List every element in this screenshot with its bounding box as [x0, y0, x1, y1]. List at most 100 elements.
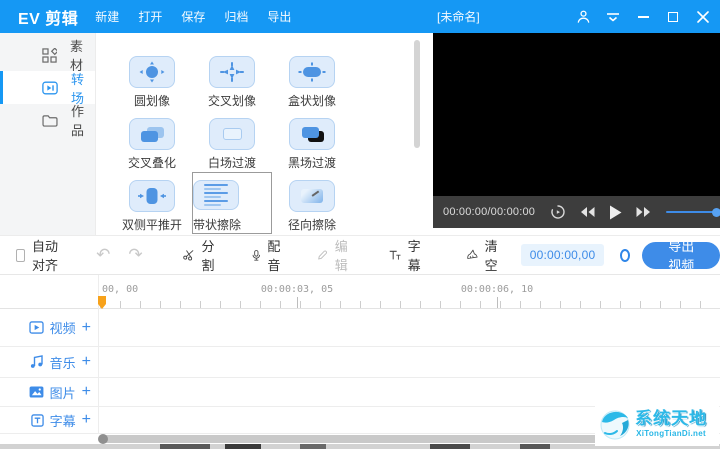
- subtitle-button[interactable]: 字幕: [389, 236, 426, 274]
- transition-radial-wipe[interactable]: 径向擦除: [272, 172, 352, 234]
- folder-icon: [42, 114, 58, 127]
- sidebar: 素材 转场 作品: [0, 33, 96, 235]
- track-row-video: 视频 +: [0, 309, 720, 347]
- transition-label: 黑场过渡: [287, 156, 336, 170]
- auto-align-label: 自动对齐: [32, 239, 59, 273]
- export-video-button[interactable]: 导出视频: [642, 239, 720, 273]
- box-wipe-icon: [298, 62, 326, 82]
- watermark-site: XiTongTianDi.net: [636, 429, 706, 438]
- main-menu: 新建 打开 保存 归档 导出: [95, 8, 291, 25]
- panel-scrollbar[interactable]: [414, 40, 420, 148]
- circle-wipe-icon: [139, 61, 165, 83]
- plus-icon[interactable]: +: [82, 384, 91, 400]
- watermark: 系统天地 XiTongTianDi.net: [595, 402, 719, 446]
- transition-label: 径向擦除: [287, 218, 336, 232]
- menu-open[interactable]: 打开: [138, 8, 162, 25]
- transition-label: 交叉划像: [207, 94, 256, 108]
- transition-icon: [42, 81, 58, 94]
- transitions-panel: 圆划像 交叉划像 盒状划像 交叉叠化 白场过渡 黑场过渡 双侧平推开 带状擦除 …: [96, 33, 433, 235]
- add-subtitle-button[interactable]: 字幕 +: [0, 407, 99, 433]
- ruler-label: 00:00:06, 10: [460, 284, 534, 295]
- band-wipe-icon: [204, 184, 228, 206]
- split-label: 分割: [201, 239, 215, 273]
- plus-icon[interactable]: +: [82, 412, 91, 428]
- dub-button[interactable]: 配音: [252, 236, 285, 274]
- ruler-label: 00:00:03, 05: [260, 284, 334, 295]
- transition-cross-wipe[interactable]: 交叉划像: [192, 48, 272, 110]
- grid-icon: [42, 47, 57, 63]
- globe-logo-icon: [600, 410, 630, 440]
- subtitle-track-icon: [30, 413, 44, 427]
- pen-icon: [317, 250, 327, 260]
- timeline-ruler[interactable]: 00, 00 00:00:03, 05 00:00:06, 10: [0, 275, 720, 309]
- transition-circle-wipe[interactable]: 圆划像: [112, 48, 192, 110]
- track-row-music: 音乐 +: [0, 347, 720, 378]
- track-label: 音乐: [49, 355, 76, 371]
- loop-icon[interactable]: [550, 204, 566, 220]
- transition-label: 双侧平推开: [121, 218, 182, 232]
- edit-label: 编辑: [334, 239, 348, 273]
- document-title: [未命名]: [437, 10, 480, 24]
- transition-label: 圆划像: [133, 94, 170, 108]
- timeline-hscrollbar-knob[interactable]: [98, 434, 108, 444]
- ev-editor-window: EV 剪辑 新建 打开 保存 归档 导出 [未命名] 素材 转场 作品 圆划像 …: [0, 0, 720, 449]
- menu-export[interactable]: 导出: [267, 8, 291, 25]
- rewind-icon[interactable]: [579, 206, 596, 218]
- menu-new[interactable]: 新建: [95, 8, 119, 25]
- transition-label: 白场过渡: [207, 156, 256, 170]
- music-track-icon: [30, 355, 43, 368]
- maximize-button[interactable]: [665, 9, 681, 25]
- transition-band-wipe[interactable]: 带状擦除: [192, 172, 272, 234]
- music-lane[interactable]: [99, 347, 720, 377]
- transition-push-open[interactable]: 双侧平推开: [112, 172, 192, 234]
- top-bar: EV 剪辑 新建 打开 保存 归档 导出 [未命名]: [0, 0, 720, 33]
- plus-icon[interactable]: +: [82, 354, 91, 370]
- scissors-icon: [182, 250, 194, 261]
- radial-wipe-icon: [301, 189, 323, 203]
- menu-save[interactable]: 保存: [181, 8, 205, 25]
- minimize-button[interactable]: [635, 9, 651, 25]
- transition-cross-dissolve[interactable]: 交叉叠化: [112, 110, 192, 172]
- timecode-field[interactable]: 00:00:00,00: [520, 244, 605, 266]
- subtitle-label: 字幕: [407, 239, 421, 273]
- fast-forward-icon[interactable]: [635, 206, 652, 218]
- status-ring-icon: [620, 248, 631, 262]
- transition-black-fade[interactable]: 黑场过渡: [272, 110, 352, 172]
- volume-knob[interactable]: [712, 207, 720, 217]
- play-icon[interactable]: [609, 205, 622, 220]
- undo-icon[interactable]: ↶: [96, 245, 110, 265]
- plus-icon[interactable]: +: [82, 319, 91, 336]
- track-label: 视频: [49, 321, 76, 336]
- clear-label: 清空: [484, 239, 498, 273]
- edit-button[interactable]: 编辑: [317, 236, 353, 274]
- redo-icon[interactable]: ↷: [128, 245, 142, 265]
- transition-box-wipe[interactable]: 盒状划像: [272, 48, 352, 110]
- add-video-button[interactable]: 视频 +: [0, 309, 99, 346]
- transition-white-fade[interactable]: 白场过渡: [192, 110, 272, 172]
- volume-slider[interactable]: [666, 207, 720, 217]
- menu-dropdown-icon[interactable]: [605, 9, 621, 25]
- dub-label: 配音: [267, 239, 281, 273]
- sidebar-item-works[interactable]: 作品: [0, 104, 95, 138]
- track-label: 图片: [49, 385, 76, 401]
- sidebar-item-label: 作品: [71, 104, 85, 138]
- clear-button[interactable]: 清空: [466, 236, 503, 274]
- checkbox-box[interactable]: [16, 248, 26, 262]
- playback-timecode: 00:00:00/00:00:00: [443, 206, 536, 218]
- menu-archive[interactable]: 归档: [224, 8, 248, 25]
- sidebar-item-material[interactable]: 素材: [0, 39, 95, 73]
- auto-align-checkbox[interactable]: 自动对齐: [16, 236, 65, 274]
- add-image-button[interactable]: 图片 +: [0, 378, 99, 406]
- video-lane[interactable]: [99, 309, 720, 346]
- track-label: 字幕: [49, 413, 76, 429]
- add-music-button[interactable]: 音乐 +: [0, 347, 99, 377]
- user-icon[interactable]: [575, 9, 591, 25]
- sidebar-item-transitions[interactable]: 转场: [0, 71, 95, 106]
- white-fade-icon: [222, 128, 242, 140]
- broom-icon: [467, 249, 478, 259]
- microphone-icon: [252, 249, 260, 261]
- close-button[interactable]: [695, 9, 711, 25]
- split-button[interactable]: 分割: [182, 236, 220, 274]
- transition-label: 带状擦除: [193, 218, 242, 232]
- ruler-left-spacer: [0, 275, 99, 309]
